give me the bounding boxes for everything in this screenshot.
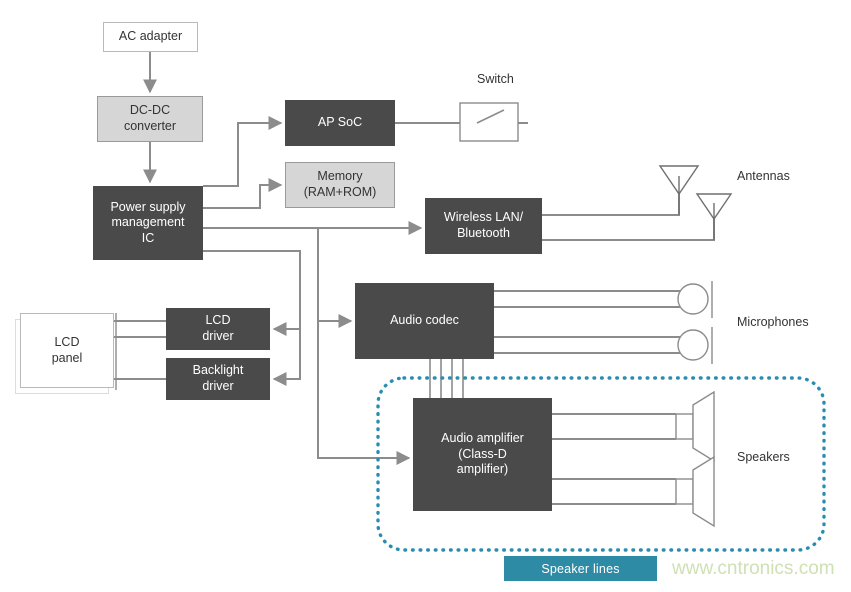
block-ac-adapter[interactable]: AC adapter — [103, 22, 198, 52]
antenna-symbol-1 — [658, 165, 700, 215]
wire-pmic-to-memory — [203, 178, 283, 209]
block-wireless-lan-bluetooth[interactable]: Wireless LAN/ Bluetooth — [425, 198, 542, 254]
switch-symbol — [459, 102, 519, 142]
block-diagram-canvas: AC adapter DC-DC converter Power supply … — [0, 0, 851, 592]
block-power-supply-management-ic[interactable]: Power supply management IC — [93, 186, 203, 260]
legend-speaker-lines-badge[interactable]: Speaker lines — [504, 556, 657, 581]
wire-trunk-to-audio-codec — [317, 228, 353, 328]
block-ap-soc[interactable]: AP SoC — [285, 100, 395, 146]
wire-pmic-to-backlight-driver — [272, 329, 301, 386]
block-dc-dc-converter[interactable]: DC-DC converter — [97, 96, 203, 142]
block-backlight-driver[interactable]: Backlight driver — [166, 358, 270, 400]
label-switch: Switch — [477, 72, 514, 86]
watermark-text: www.cntronics.com — [672, 558, 835, 579]
block-lcd-panel[interactable]: LCD panel — [20, 313, 114, 388]
label-microphones: Microphones — [737, 315, 809, 329]
speaker-symbol-1 — [675, 390, 715, 463]
wire-wireless-to-antenna-1 — [542, 194, 680, 216]
wire-wireless-to-antenna-2 — [542, 219, 715, 241]
antenna-symbol-2 — [695, 193, 733, 240]
block-lcd-driver[interactable]: LCD driver — [166, 308, 270, 350]
block-audio-codec[interactable]: Audio codec — [355, 283, 494, 359]
label-speakers: Speakers — [737, 450, 790, 464]
block-memory[interactable]: Memory (RAM+ROM) — [285, 162, 395, 208]
wire-pmic-to-apsoc — [203, 116, 283, 187]
label-antennas: Antennas — [737, 169, 790, 183]
speaker-symbol-2 — [675, 455, 715, 528]
microphone-symbol-2 — [677, 327, 713, 364]
microphone-symbol-1 — [677, 281, 713, 318]
block-audio-amplifier[interactable]: Audio amplifier (Class-D amplifier) — [413, 398, 552, 511]
